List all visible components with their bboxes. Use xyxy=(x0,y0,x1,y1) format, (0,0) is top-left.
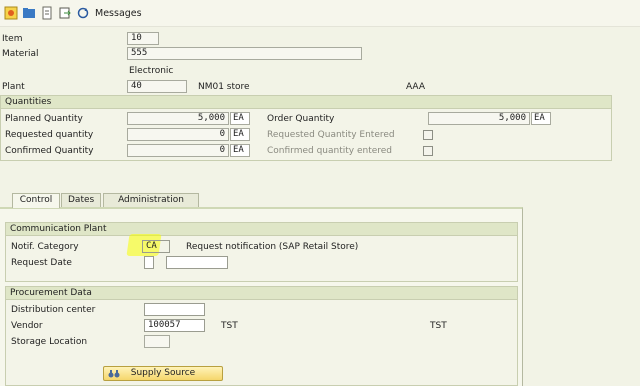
request-date-field[interactable] xyxy=(166,256,228,269)
item-field[interactable]: 10 xyxy=(127,32,159,45)
material-label: Material xyxy=(2,49,39,59)
planned-unit-field[interactable]: EA xyxy=(230,112,250,125)
toolbar-title: Messages xyxy=(95,8,142,19)
procurement-data-header: Procurement Data xyxy=(6,287,517,300)
supply-source-label: Supply Source xyxy=(130,368,196,378)
confirmed-unit-field[interactable]: EA xyxy=(230,144,250,157)
traffic-light-icon[interactable] xyxy=(4,6,18,20)
plant-description: NM01 store xyxy=(198,82,250,92)
communication-plant-header: Communication Plant xyxy=(6,223,517,236)
storage-location-field[interactable] xyxy=(144,335,170,348)
tab-administration-data[interactable]: Administration data xyxy=(103,193,199,218)
plant-extra: AAA xyxy=(406,82,425,92)
tab-dates[interactable]: Dates xyxy=(61,193,101,207)
quantities-header: Quantities xyxy=(1,96,611,109)
plant-label: Plant xyxy=(2,82,25,92)
procurement-data-group: Procurement Data xyxy=(5,286,518,386)
export-icon[interactable] xyxy=(58,6,72,20)
confirmed-entered-checkbox[interactable] xyxy=(423,146,433,156)
request-date-checkbox-field[interactable] xyxy=(144,256,154,269)
planned-quantity-field[interactable]: 5,000 xyxy=(127,112,229,125)
tab-control[interactable]: Control xyxy=(12,193,60,208)
supply-source-button[interactable]: Supply Source xyxy=(103,366,223,381)
plant-field[interactable]: 40 xyxy=(127,80,187,93)
requested-unit-field[interactable]: EA xyxy=(230,128,250,141)
vendor-extra: TST xyxy=(430,321,447,331)
order-unit-field[interactable]: EA xyxy=(531,112,551,125)
toolbar: Messages xyxy=(0,0,640,27)
distribution-center-label: Distribution center xyxy=(11,305,96,315)
item-label: Item xyxy=(2,34,23,44)
requested-quantity-label: Requested quantity xyxy=(5,130,94,140)
distribution-center-field[interactable] xyxy=(144,303,205,316)
order-quantity-label: Order Quantity xyxy=(267,114,335,124)
requested-quantity-field[interactable]: 0 xyxy=(127,128,229,141)
requested-entered-label: Requested Quantity Entered xyxy=(267,130,395,140)
confirmed-entered-label: Confirmed quantity entered xyxy=(267,146,393,156)
notif-category-label: Notif. Category xyxy=(11,242,79,252)
request-date-label: Request Date xyxy=(11,258,72,268)
vendor-label: Vendor xyxy=(11,321,43,331)
order-quantity-field[interactable]: 5,000 xyxy=(428,112,530,125)
notif-category-description: Request notification (SAP Retail Store) xyxy=(186,242,359,252)
communication-plant-group: Communication Plant xyxy=(5,222,518,282)
vendor-field[interactable]: 100057 xyxy=(144,319,205,332)
folder-icon[interactable] xyxy=(22,6,36,20)
confirmed-quantity-label: Confirmed Quantity xyxy=(5,146,94,156)
requested-entered-checkbox[interactable] xyxy=(423,130,433,140)
notif-category-field[interactable]: CA xyxy=(142,240,170,253)
vendor-description: TST xyxy=(221,321,238,331)
storage-location-label: Storage Location xyxy=(11,337,88,347)
refresh-icon[interactable] xyxy=(76,6,90,20)
planned-quantity-label: Planned Quantity xyxy=(5,114,83,124)
document-icon[interactable] xyxy=(40,6,54,20)
confirmed-quantity-field[interactable]: 0 xyxy=(127,144,229,157)
material-description: Electronic xyxy=(129,66,174,76)
binoculars-icon xyxy=(108,368,120,384)
material-field[interactable]: 555 xyxy=(127,47,362,60)
